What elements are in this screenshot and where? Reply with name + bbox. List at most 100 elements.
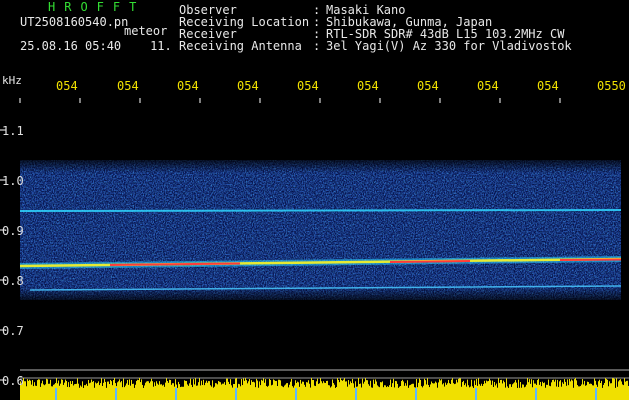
- level-bar: [66, 380, 67, 400]
- level-bar: [170, 379, 171, 400]
- level-bar: [168, 382, 169, 400]
- level-bar: [146, 381, 147, 400]
- y-axis-ticks: [0, 129, 6, 381]
- level-bar: [541, 386, 542, 400]
- level-bar: [525, 386, 526, 400]
- spectrogram-canvas: [0, 98, 629, 400]
- level-bar: [351, 383, 352, 400]
- level-bar: [317, 378, 318, 400]
- level-bar: [70, 381, 71, 400]
- level-bar: [50, 379, 51, 400]
- level-histogram: [20, 378, 629, 400]
- level-bar: [142, 384, 143, 400]
- level-bar: [264, 382, 265, 400]
- level-bar: [600, 383, 601, 400]
- level-bar: [251, 380, 252, 400]
- level-bar: [211, 386, 212, 400]
- level-bar: [206, 380, 207, 400]
- level-bar: [606, 379, 607, 400]
- level-bar: [315, 386, 316, 400]
- level-bar: [41, 383, 42, 400]
- level-bar: [603, 384, 604, 400]
- level-bar: [398, 387, 399, 400]
- level-bar: [257, 380, 258, 400]
- level-bar: [359, 383, 360, 400]
- level-bar: [97, 382, 98, 400]
- level-bar: [422, 387, 423, 400]
- level-bar: [91, 379, 92, 400]
- level-bar: [602, 387, 603, 400]
- level-bar: [573, 387, 574, 400]
- level-bar: [504, 382, 505, 400]
- level-bar: [467, 379, 468, 400]
- level-bar: [329, 385, 330, 400]
- level-bar: [344, 378, 345, 400]
- level-bar: [373, 379, 374, 400]
- level-bar: [338, 379, 339, 400]
- level-bar: [267, 386, 268, 400]
- level-bar: [254, 382, 255, 400]
- level-bar: [224, 382, 225, 400]
- level-bar: [470, 386, 471, 400]
- level-bar: [601, 380, 602, 400]
- level-bar: [580, 386, 581, 400]
- level-bar: [464, 385, 465, 400]
- level-bar: [439, 379, 440, 400]
- level-bar: [605, 378, 606, 400]
- level-bar: [207, 382, 208, 400]
- level-bar: [30, 380, 31, 400]
- level-bar: [473, 387, 474, 400]
- level-bar: [90, 382, 91, 400]
- level-bar: [597, 386, 598, 400]
- level-bar: [496, 383, 497, 400]
- level-bar: [307, 382, 308, 400]
- level-bar: [117, 382, 118, 400]
- level-bar: [401, 381, 402, 400]
- level-bar: [566, 385, 567, 400]
- level-bar: [166, 378, 167, 400]
- level-bar: [434, 383, 435, 400]
- level-bar: [374, 383, 375, 400]
- level-bar: [202, 384, 203, 400]
- level-bar: [567, 379, 568, 400]
- level-bar: [246, 380, 247, 400]
- level-bar: [221, 384, 222, 400]
- level-bar: [98, 381, 99, 400]
- level-bar: [345, 381, 346, 400]
- level-bar: [621, 381, 622, 400]
- level-bar: [270, 380, 271, 400]
- level-bar: [449, 383, 450, 400]
- level-bar: [29, 379, 30, 400]
- level-bar: [188, 385, 189, 400]
- level-bar: [555, 379, 556, 400]
- level-bar: [309, 383, 310, 400]
- level-bar: [285, 384, 286, 400]
- level-bar: [458, 378, 459, 400]
- level-bar: [81, 386, 82, 400]
- level-bar: [230, 379, 231, 400]
- level-bar: [112, 385, 113, 400]
- level-bar: [616, 378, 617, 400]
- level-bar: [186, 380, 187, 400]
- level-bar: [75, 383, 76, 400]
- level-bar: [232, 387, 233, 400]
- level-bar: [393, 378, 394, 400]
- level-bar: [133, 383, 134, 400]
- level-bar: [615, 387, 616, 400]
- level-bar: [196, 385, 197, 400]
- level-bar: [337, 378, 338, 400]
- level-bar: [545, 387, 546, 400]
- level-bar: [513, 383, 514, 400]
- level-bar: [169, 379, 170, 400]
- level-bar: [208, 381, 209, 400]
- level-bar: [69, 387, 70, 400]
- level-bar: [354, 387, 355, 400]
- level-bar: [477, 385, 478, 400]
- level-bar: [581, 384, 582, 400]
- file-name: UT2508160540.pn: [20, 15, 129, 29]
- level-bar: [471, 379, 472, 400]
- level-bar: [447, 383, 448, 400]
- level-bar: [187, 384, 188, 400]
- minute-marker: [175, 388, 177, 400]
- level-bar: [340, 378, 341, 400]
